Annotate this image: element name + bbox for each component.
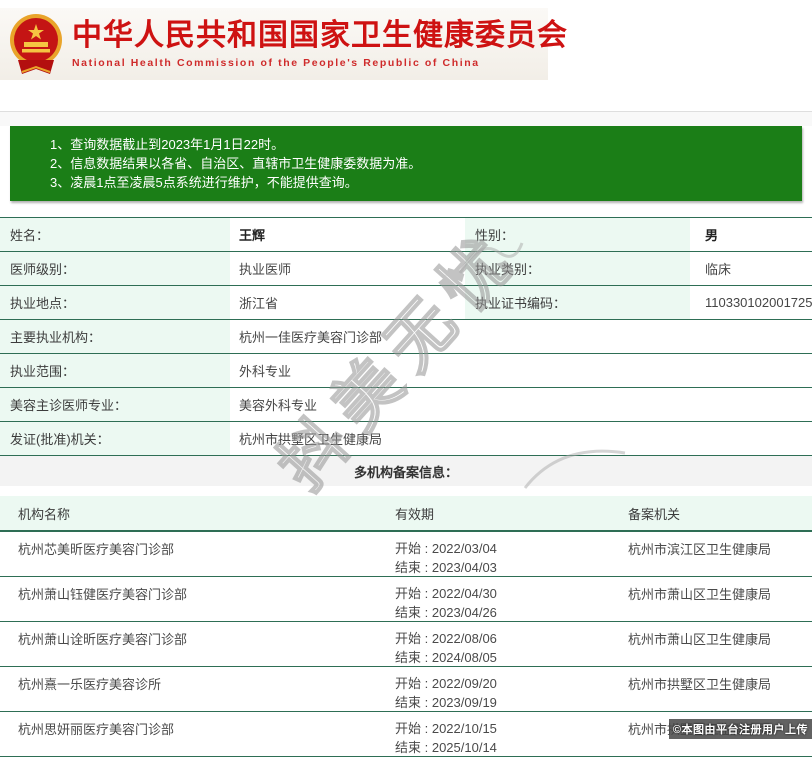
period-end: 结束 : 2023/09/19 bbox=[395, 693, 615, 712]
cosmetic-specialty-label: 美容主诊医师专业： bbox=[0, 388, 230, 421]
period-start: 开始 : 2022/08/06 bbox=[395, 629, 615, 648]
notice-line-3: 3、凌晨1点至凌晨5点系统进行维护，不能提供查询。 bbox=[50, 173, 792, 192]
org-valid-period: 开始 : 2022/09/20 结束 : 2023/09/19 bbox=[385, 674, 615, 712]
period-end: 结束 : 2025/10/14 bbox=[395, 738, 615, 757]
doctor-level-label: 医师级别： bbox=[0, 252, 230, 285]
org-valid-period: 开始 : 2022/04/30 结束 : 2023/04/26 bbox=[385, 584, 615, 622]
gender-label: 性别： bbox=[465, 218, 690, 251]
header-titles: 中华人民共和国国家卫生健康委员会 National Health Commiss… bbox=[72, 19, 568, 69]
period-start: 开始 : 2022/10/15 bbox=[395, 719, 615, 738]
practice-category-label: 执业类别： bbox=[465, 252, 690, 285]
period-end: 结束 : 2024/08/05 bbox=[395, 648, 615, 667]
org-name: 杭州思妍丽医疗美容门诊部 bbox=[0, 719, 385, 757]
table-row: 杭州熹一乐医疗美容诊所 开始 : 2022/09/20 结束 : 2023/09… bbox=[0, 667, 812, 712]
info-row-cosmetic-specialty: 美容主诊医师专业： 美容外科专业 bbox=[0, 388, 812, 422]
header-divider bbox=[0, 111, 812, 126]
practice-location-value: 浙江省 bbox=[230, 286, 465, 319]
period-start: 开始 : 2022/09/20 bbox=[395, 674, 615, 693]
period-start: 开始 : 2022/03/04 bbox=[395, 539, 615, 558]
info-row-issuing-authority: 发证(批准)机关： 杭州市拱墅区卫生健康局 bbox=[0, 422, 812, 456]
notice-line-2: 2、信息数据结果以各省、自治区、直辖市卫生健康委数据为准。 bbox=[50, 154, 792, 173]
info-row-main-org: 主要执业机构： 杭州一佳医疗美容门诊部 bbox=[0, 320, 812, 354]
name-label: 姓名： bbox=[0, 218, 230, 251]
multi-org-section-title: 多机构备案信息： bbox=[0, 456, 812, 486]
org-name: 杭州芯美昕医疗美容门诊部 bbox=[0, 539, 385, 577]
org-filing-authority: 杭州市滨江区卫生健康局 bbox=[615, 539, 812, 577]
org-filing-authority: 杭州市萧山区卫生健康局 bbox=[615, 584, 812, 622]
table-row: 杭州芯美昕医疗美容门诊部 开始 : 2022/03/04 结束 : 2023/0… bbox=[0, 532, 812, 577]
issuing-authority-label: 发证(批准)机关： bbox=[0, 422, 230, 455]
main-org-label: 主要执业机构： bbox=[0, 320, 230, 353]
certificate-no-label: 执业证书编码： bbox=[465, 286, 690, 319]
period-end: 结束 : 2023/04/26 bbox=[395, 603, 615, 622]
org-name: 杭州萧山诠昕医疗美容门诊部 bbox=[0, 629, 385, 667]
practice-scope-value: 外科专业 bbox=[230, 354, 812, 387]
main-org-value: 杭州一佳医疗美容门诊部 bbox=[230, 320, 812, 353]
org-filing-authority: 杭州市萧山区卫生健康局 bbox=[615, 629, 812, 667]
site-title-en: National Health Commission of the People… bbox=[72, 57, 568, 69]
org-valid-period: 开始 : 2022/10/15 结束 : 2025/10/14 bbox=[385, 719, 615, 757]
table-row: 杭州萧山钰健医疗美容门诊部 开始 : 2022/04/30 结束 : 2023/… bbox=[0, 577, 812, 622]
info-row-level-category: 医师级别： 执业医师 执业类别： 临床 bbox=[0, 252, 812, 286]
info-row-location-certno: 执业地点： 浙江省 执业证书编码： 110330102001725 bbox=[0, 286, 812, 320]
col-header-valid-period: 有效期 bbox=[385, 504, 615, 523]
practice-category-value: 临床 bbox=[690, 252, 812, 285]
doctor-info-table: 姓名： 王辉 性别： 男 医师级别： 执业医师 执业类别： 临床 执业地点： 浙… bbox=[0, 217, 812, 456]
practice-location-label: 执业地点： bbox=[0, 286, 230, 319]
doctor-level-value: 执业医师 bbox=[230, 252, 465, 285]
col-header-filing-authority: 备案机关 bbox=[615, 504, 812, 523]
national-emblem-icon bbox=[8, 12, 64, 76]
org-name: 杭州熹一乐医疗美容诊所 bbox=[0, 674, 385, 712]
org-filing-authority: 杭州市拱墅区卫生健康局 bbox=[615, 674, 812, 712]
header-banner: 中华人民共和国国家卫生健康委员会 National Health Commiss… bbox=[0, 8, 812, 96]
issuing-authority-value: 杭州市拱墅区卫生健康局 bbox=[230, 422, 812, 455]
period-end: 结束 : 2023/04/03 bbox=[395, 558, 615, 577]
cosmetic-specialty-value: 美容外科专业 bbox=[230, 388, 812, 421]
col-header-org-name: 机构名称 bbox=[0, 504, 385, 523]
header-banner-inner: 中华人民共和国国家卫生健康委员会 National Health Commiss… bbox=[0, 8, 548, 80]
org-valid-period: 开始 : 2022/03/04 结束 : 2023/04/03 bbox=[385, 539, 615, 577]
org-valid-period: 开始 : 2022/08/06 结束 : 2024/08/05 bbox=[385, 629, 615, 667]
info-row-name-gender: 姓名： 王辉 性别： 男 bbox=[0, 218, 812, 252]
notice-box: 1、查询数据截止到2023年1月1日22时。 2、信息数据结果以各省、自治区、直… bbox=[10, 126, 802, 201]
org-name: 杭州萧山钰健医疗美容门诊部 bbox=[0, 584, 385, 622]
name-value: 王辉 bbox=[230, 218, 465, 251]
practice-scope-label: 执业范围： bbox=[0, 354, 230, 387]
certificate-no-value: 110330102001725 bbox=[690, 286, 812, 319]
site-title-cn: 中华人民共和国国家卫生健康委员会 bbox=[72, 19, 568, 53]
table-row: 杭州萧山诠昕医疗美容门诊部 开始 : 2022/08/06 结束 : 2024/… bbox=[0, 622, 812, 667]
info-row-practice-scope: 执业范围： 外科专业 bbox=[0, 354, 812, 388]
multi-org-table: 机构名称 有效期 备案机关 杭州芯美昕医疗美容门诊部 开始 : 2022/03/… bbox=[0, 496, 812, 757]
image-credit-badge: ©本图由平台注册用户上传 bbox=[669, 719, 812, 739]
period-start: 开始 : 2022/04/30 bbox=[395, 584, 615, 603]
notice-line-1: 1、查询数据截止到2023年1月1日22时。 bbox=[50, 135, 792, 154]
multi-org-table-header: 机构名称 有效期 备案机关 bbox=[0, 496, 812, 532]
gender-value: 男 bbox=[690, 218, 812, 251]
